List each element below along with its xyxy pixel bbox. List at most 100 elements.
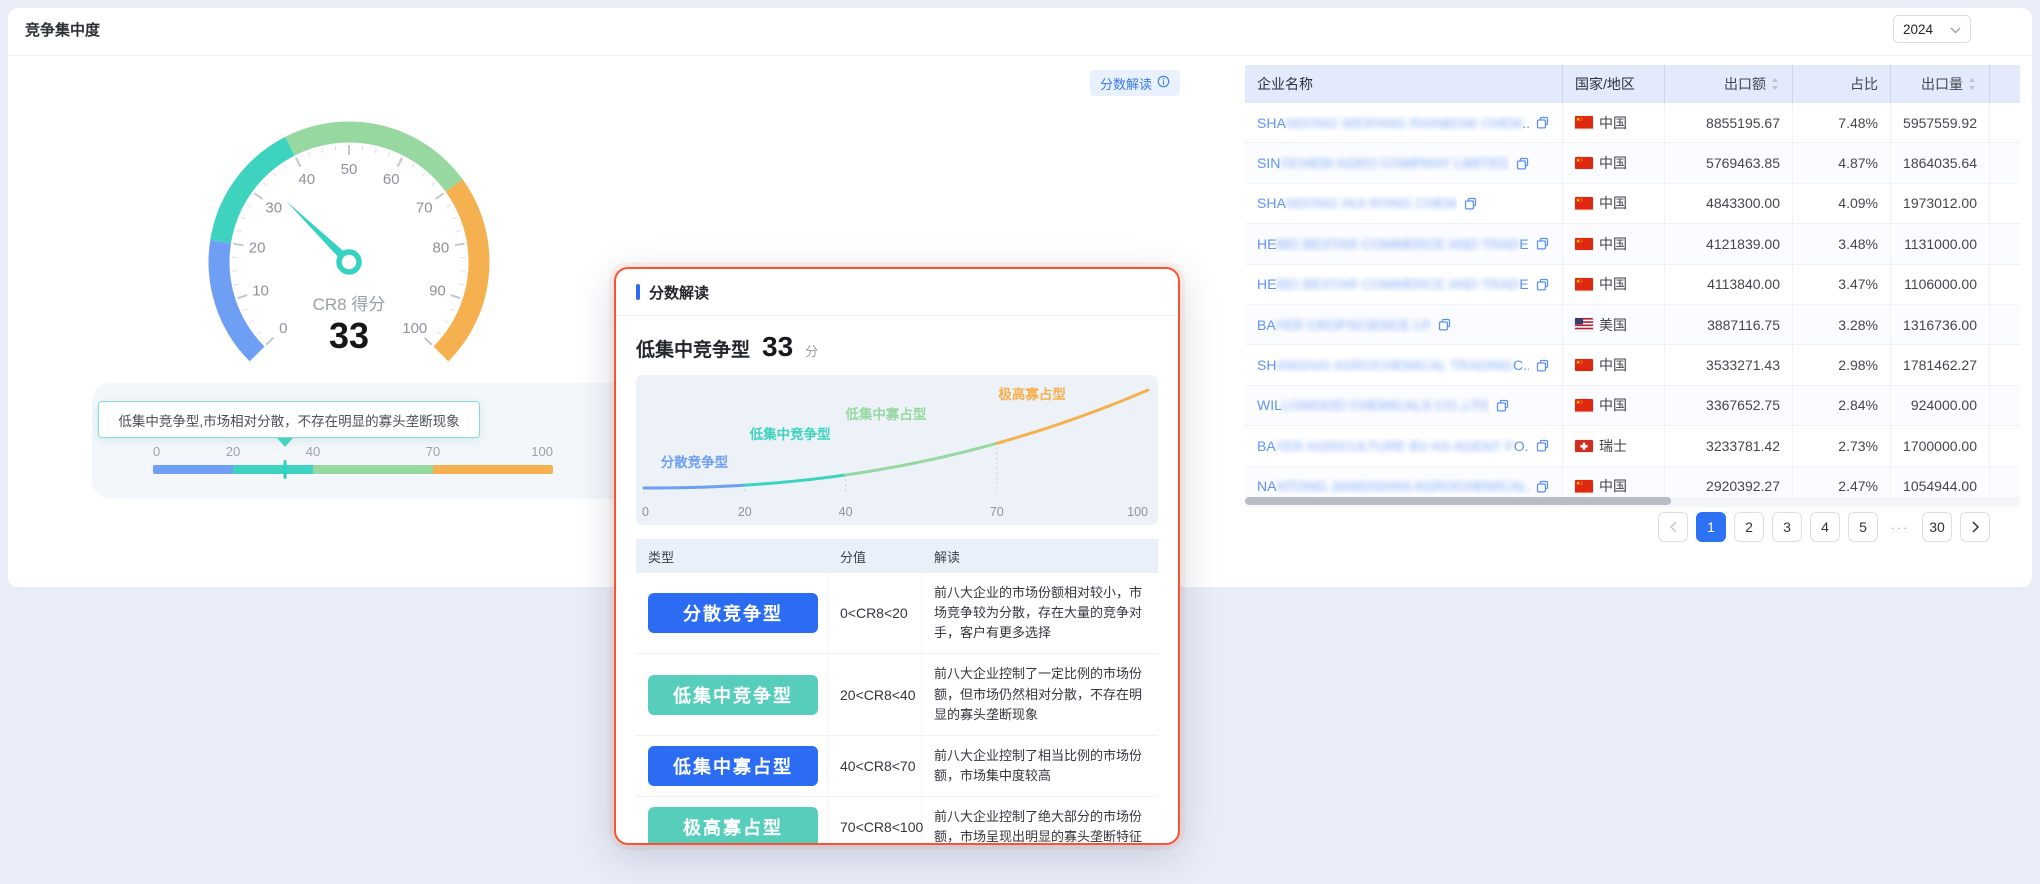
type-cell: 分散竞争型 — [636, 573, 828, 653]
company-name-link[interactable]: BAYER AGRICULTURE BV AS AGENT FO... — [1257, 438, 1550, 454]
company-name-link[interactable]: HEBEI BESTAR COMMERCE AND TRADE... — [1257, 276, 1550, 292]
scale-tick-label: 20 — [226, 444, 240, 459]
copy-icon[interactable] — [1495, 398, 1510, 413]
page-button-30[interactable]: 30 — [1922, 512, 1952, 542]
export-amount-cell: 4113840.00 — [1665, 265, 1793, 304]
spacer-cell — [1990, 103, 2020, 142]
spacer-cell — [1990, 265, 2020, 304]
company-name-cell: HEBEI BESTAR COMMERCE AND TRADE... — [1245, 265, 1563, 304]
curve-axis-label: 0 — [642, 505, 649, 519]
company-table-body: SHANDONG WEIFANG RAINBOW CHEM... 中国 885519… — [1245, 103, 2020, 507]
copy-icon[interactable] — [1535, 236, 1550, 251]
copy-icon[interactable] — [1515, 156, 1530, 171]
company-name-prefix: NA — [1257, 478, 1276, 494]
company-name-link[interactable]: HEBEI BESTAR COMMERCE AND TRADE... — [1257, 236, 1550, 252]
country-cell: 中国 — [1563, 265, 1665, 304]
column-header-label: 出口量 — [1921, 74, 1963, 94]
interpretation-column-header: 分值 — [828, 547, 922, 566]
column-header-label: 占比 — [1850, 74, 1878, 94]
score-interpretation-button[interactable]: 分数解读 — [1090, 70, 1180, 96]
country-name: 中国 — [1599, 193, 1627, 213]
company-name-link[interactable]: WILLOWOOD CHEMICALS CO.,LTD — [1257, 397, 1510, 413]
company-name-link[interactable]: SHANDONG HUI RONG CHEM — [1257, 195, 1478, 211]
spacer-cell — [1990, 143, 2020, 182]
company-name-redacted: BEI BESTAR COMMERCE AND TRAD — [1276, 236, 1519, 252]
copy-icon[interactable] — [1535, 358, 1550, 373]
gauge-tick — [309, 152, 311, 157]
company-name-link[interactable]: SHANDONG WEIFANG RAINBOW CHEM... — [1257, 115, 1550, 131]
year-select[interactable]: 2024 — [1893, 15, 1971, 43]
company-name-redacted: OCHEM AGRO COMPANY LIMITED — [1280, 155, 1509, 171]
spacer-cell — [1990, 386, 2020, 425]
company-name-link[interactable]: SHANGHAI AGROCHEMICAL TRADINGC... — [1257, 357, 1550, 373]
next-page-button[interactable] — [1960, 512, 1990, 542]
export-amount-cell: 8855195.67 — [1665, 103, 1793, 142]
country-cell: 中国 — [1563, 184, 1665, 223]
copy-icon[interactable] — [1535, 479, 1550, 494]
copy-icon[interactable] — [1463, 196, 1478, 211]
copy-icon[interactable] — [1535, 277, 1550, 292]
gauge-tick — [247, 205, 251, 207]
company-name-link[interactable]: SINOCHEM AGRO COMPANY LIMITED — [1257, 155, 1530, 171]
page-button-4[interactable]: 4 — [1810, 512, 1840, 542]
pagination: 12345 ··· 30 — [1658, 512, 1990, 542]
company-name-redacted: LOWOOD CHEMICALS CO.,LTD — [1282, 397, 1489, 413]
page-button-5[interactable]: 5 — [1848, 512, 1878, 542]
column-header-label: 国家/地区 — [1575, 74, 1635, 94]
horizontal-scrollbar-thumb[interactable] — [1245, 497, 1671, 505]
gauge-tick — [447, 205, 451, 207]
gauge-tick — [459, 284, 464, 285]
scale-tick-label: 100 — [531, 444, 553, 459]
cn-flag-icon — [1575, 238, 1593, 251]
pagination-ellipsis: ··· — [1886, 520, 1914, 535]
company-name-text: BAYER CROPSCIENCE LP — [1257, 317, 1431, 333]
company-name-cell: SINOCHEM AGRO COMPANY LIMITED — [1245, 143, 1563, 182]
country-cell: 美国 — [1563, 305, 1665, 344]
gauge-tick — [422, 173, 425, 177]
type-tag: 极高寡占型 — [648, 807, 818, 845]
table-row: SINOCHEM AGRO COMPANY LIMITED中国5769463.8… — [1245, 143, 2020, 183]
company-name-cell: SHANGHAI AGROCHEMICAL TRADINGC... — [1245, 345, 1563, 384]
copy-icon[interactable] — [1437, 317, 1452, 332]
column-header-qty[interactable]: 出口量 — [1891, 65, 1990, 103]
curve-segment — [644, 485, 745, 488]
prev-page-button[interactable] — [1658, 512, 1688, 542]
gauge-tick — [243, 309, 248, 311]
company-name-link[interactable]: BAYER CROPSCIENCE LP — [1257, 317, 1452, 333]
header-accent-bar — [636, 284, 640, 300]
country-cell: 中国 — [1563, 386, 1665, 425]
export-volume-cell: 5957559.92 — [1891, 103, 1990, 142]
gauge-tick — [431, 183, 435, 186]
country-cell: 瑞士 — [1563, 426, 1665, 465]
copy-icon[interactable] — [1535, 115, 1550, 130]
gauge-tick — [388, 152, 390, 157]
country-name: 中国 — [1599, 153, 1627, 173]
export-volume-cell: 1700000.00 — [1891, 426, 1990, 465]
scale-marker — [284, 460, 287, 479]
gauge-tick — [437, 331, 441, 334]
page-button-1[interactable]: 1 — [1696, 512, 1726, 542]
page-button-2[interactable]: 2 — [1734, 512, 1764, 542]
column-header-amt[interactable]: 出口额 — [1665, 65, 1793, 103]
gauge-tick-label: 40 — [298, 171, 315, 188]
cn-flag-icon — [1575, 399, 1593, 412]
column-header-country: 国家/地区 — [1563, 65, 1665, 103]
company-name-link[interactable]: NANTONG JIANGSHAN AGROCHEMICAL... — [1257, 478, 1550, 494]
country-cell: 中国 — [1563, 224, 1665, 263]
desc-text: 前八大企业控制了相当比例的市场份额，市场集中度较高 — [934, 746, 1158, 786]
export-amount-cell: 4843300.00 — [1665, 184, 1793, 223]
country-name: 中国 — [1599, 234, 1627, 254]
copy-icon[interactable] — [1535, 438, 1550, 453]
country-name: 中国 — [1599, 355, 1627, 375]
chevron-down-icon — [1950, 22, 1961, 37]
cn-flag-icon — [1575, 480, 1593, 493]
share-cell: 3.28% — [1793, 305, 1891, 344]
gauge-tick-label: 60 — [383, 171, 400, 188]
company-name-redacted: NDONG WEIFANG RAINBOW CHEM — [1286, 115, 1522, 131]
curve-axis-label: 70 — [990, 505, 1004, 519]
page-button-3[interactable]: 3 — [1772, 512, 1802, 542]
table-row: HEBEI BESTAR COMMERCE AND TRADE...中国4121… — [1245, 224, 2020, 264]
sort-icon[interactable] — [1770, 76, 1780, 92]
sort-icon[interactable] — [1967, 76, 1977, 92]
spacer-cell — [1990, 345, 2020, 384]
